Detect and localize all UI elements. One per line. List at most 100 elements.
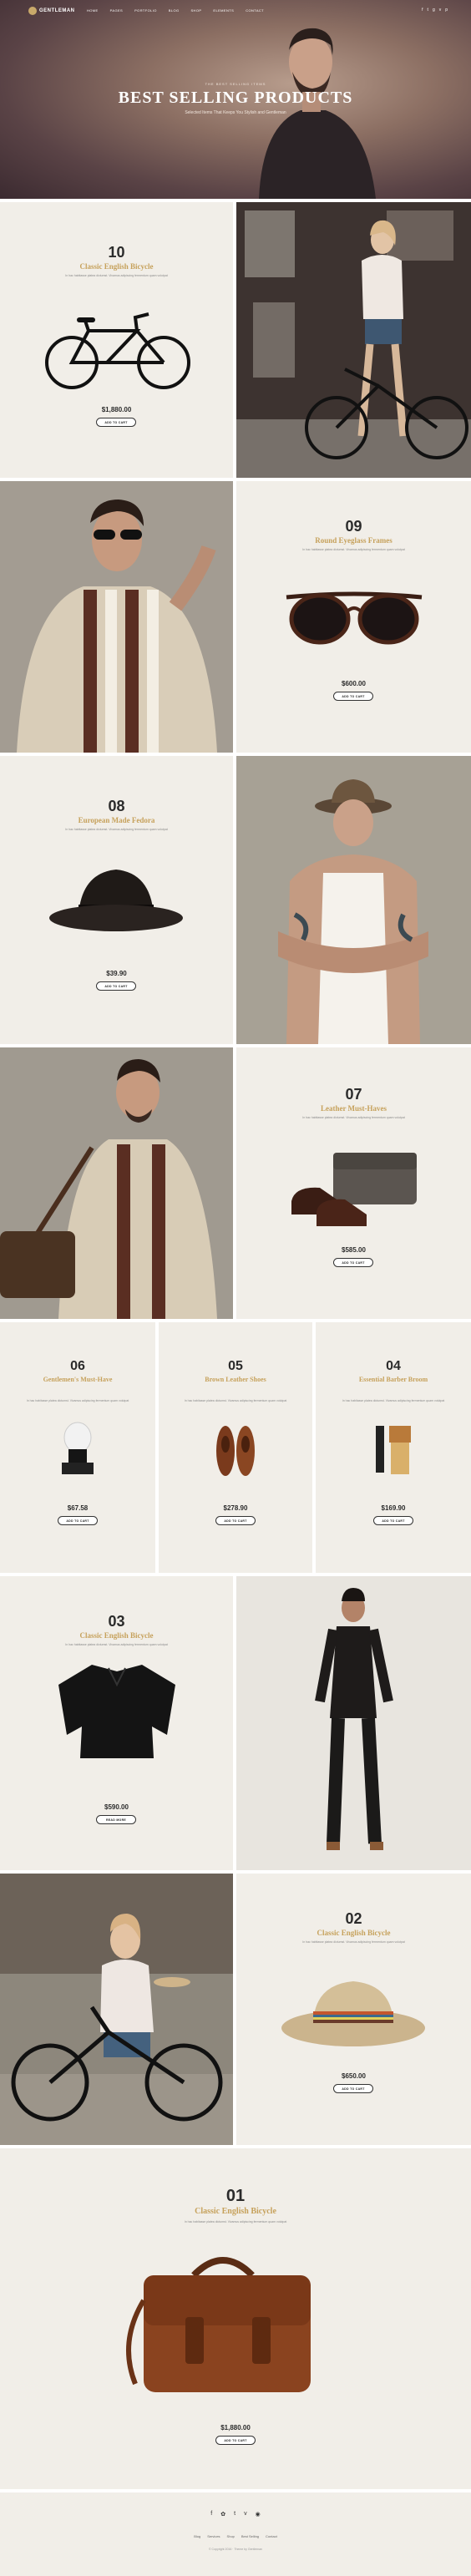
vimeo-icon[interactable]: v <box>439 8 442 13</box>
shaving-brush-image <box>62 1422 94 1474</box>
product-card-07: 07 Leather Must-Haves In hac habitasse p… <box>236 1047 471 1319</box>
product-number: 03 <box>108 1613 125 1630</box>
product-card-09: 09 Round Eyeglass Frames In hac habitass… <box>236 481 471 753</box>
product-name[interactable]: European Made Fedora <box>0 816 233 824</box>
product-number: 06 <box>70 1359 85 1373</box>
product-name[interactable]: Classic English Bicycle <box>0 1631 233 1640</box>
product-name[interactable]: Classic English Bicycle <box>236 1929 471 1937</box>
vimeo-icon[interactable]: v <box>244 2511 247 2518</box>
product-name[interactable]: Gentlemen's Must-Have <box>0 1376 155 1383</box>
product-price: $585.00 <box>342 1246 366 1254</box>
hero-title: BEST SELLING PRODUCTS <box>118 89 353 107</box>
product-price: $600.00 <box>342 680 366 687</box>
footer-link-shop[interactable]: Shop <box>227 2534 235 2538</box>
sunglasses-man-photo <box>0 481 233 753</box>
girl-bicycle-photo <box>0 1874 233 2145</box>
barber-broom-image <box>376 1426 411 1474</box>
footer-link-contact[interactable]: Contact <box>266 2534 277 2538</box>
logo-text: GENTLEMAN <box>39 8 75 13</box>
product-price: $39.90 <box>106 970 127 977</box>
header-social: f t g v p <box>422 8 448 13</box>
footer-link-blog[interactable]: Blog <box>194 2534 200 2538</box>
product-description: In hac habitasse platea dictumst. Vivamu… <box>302 1116 405 1119</box>
menu-item-blog[interactable]: BLOG <box>169 8 180 13</box>
add-to-cart-button[interactable]: ADD TO CART <box>215 1516 256 1525</box>
product-description: In hac habitasse platea dictumst. Vivamu… <box>65 274 168 277</box>
bicycle-image <box>45 312 190 389</box>
product-name[interactable]: Classic English Bicycle <box>0 2207 471 2216</box>
product-card-08: 08 European Made Fedora In hac habitasse… <box>0 756 233 1044</box>
standing-man-photo <box>236 1576 471 1870</box>
add-to-cart-button[interactable]: ADD TO CART <box>58 1516 98 1525</box>
hero-banner: GENTLEMAN HOME PAGES PORTFOLIO BLOG SHOP… <box>0 0 471 199</box>
product-number: 09 <box>345 518 362 535</box>
facebook-icon[interactable]: f <box>422 8 423 13</box>
product-description: In hac habitasse platea dictumst. Vivamu… <box>342 1399 445 1402</box>
product-description: In hac habitasse platea dictumst. Vivamu… <box>65 1643 168 1646</box>
product-name[interactable]: Essential Barber Broom <box>316 1376 471 1383</box>
product-number: 07 <box>345 1086 362 1103</box>
site-footer: f ✿ t v ◉ Blog Services Shop Best Sellin… <box>0 2492 471 2576</box>
add-to-cart-button[interactable]: ADD TO CART <box>333 2084 373 2093</box>
google-icon[interactable]: g <box>433 8 435 13</box>
black-shirt-image <box>58 1665 175 1758</box>
product-price: $278.90 <box>223 1504 248 1512</box>
footer-link-services[interactable]: Services <box>207 2534 220 2538</box>
product-number: 05 <box>228 1359 243 1373</box>
product-card-06: 06 Gentlemen's Must-Have In hac habitass… <box>0 1322 155 1573</box>
product-price: $169.90 <box>381 1504 406 1512</box>
product-price: $590.00 <box>104 1803 129 1811</box>
product-number: 10 <box>108 244 125 261</box>
product-card-03: 03 Classic English Bicycle In hac habita… <box>0 1576 233 1870</box>
site-logo[interactable]: GENTLEMAN <box>28 7 75 15</box>
footer-link-best-selling[interactable]: Best Selling <box>241 2534 259 2538</box>
instagram-icon[interactable]: ◉ <box>256 2511 261 2518</box>
menu-item-shop[interactable]: SHOP <box>190 8 201 13</box>
product-name[interactable]: Classic English Bicycle <box>0 262 233 271</box>
product-card-04: 04 Essential Barber Broom In hac habitas… <box>316 1322 471 1573</box>
product-description: In hac habitasse platea dictumst. Vivamu… <box>65 828 168 831</box>
product-number: 04 <box>386 1359 401 1373</box>
add-to-cart-button[interactable]: ADD TO CART <box>215 2436 256 2445</box>
read-more-button[interactable]: READ MORE <box>96 1815 136 1824</box>
leather-shoes-image <box>216 1426 255 1476</box>
facebook-icon[interactable]: f <box>210 2511 212 2518</box>
pinterest-icon[interactable]: p <box>445 8 448 13</box>
hero-model-photo <box>259 28 376 199</box>
menu-item-portfolio[interactable]: PORTFOLIO <box>134 8 157 13</box>
add-to-cart-button[interactable]: ADD TO CART <box>333 692 373 701</box>
copyright-text: © Copyright 2016 · Theme by Gentleman <box>209 2548 262 2551</box>
add-to-cart-button[interactable]: ADD TO CART <box>96 981 136 991</box>
product-number: 01 <box>225 2187 246 2205</box>
product-name[interactable]: Round Eyeglass Frames <box>236 536 471 545</box>
footer-social: f ✿ t v ◉ <box>0 2511 471 2518</box>
add-to-cart-button[interactable]: ADD TO CART <box>333 1258 373 1267</box>
menu-item-home[interactable]: HOME <box>87 8 99 13</box>
product-description: In hac habitasse platea dictumst. Vivamu… <box>302 548 405 551</box>
product-card-10: 10 Classic English Bicycle In hac habita… <box>0 202 233 478</box>
product-price: $1,880.00 <box>220 2424 251 2431</box>
add-to-cart-button[interactable]: ADD TO CART <box>373 1516 413 1525</box>
add-to-cart-button[interactable]: ADD TO CART <box>96 418 136 427</box>
bag-man-photo <box>0 1047 233 1319</box>
menu-item-elements[interactable]: ELEMENTS <box>213 8 234 13</box>
product-card-05: 05 Brown Leather Shoes In hac habitasse … <box>159 1322 312 1573</box>
product-name[interactable]: Brown Leather Shoes <box>159 1376 312 1383</box>
straw-hat-image <box>281 1981 425 2046</box>
hero-subtitle: Selected Items That Keeps You Stylish an… <box>185 110 286 115</box>
product-name[interactable]: Leather Must-Haves <box>236 1104 471 1113</box>
flower-icon[interactable]: ✿ <box>220 2511 225 2518</box>
logo-mark-icon <box>28 7 37 15</box>
leather-satchel-image <box>126 2257 311 2392</box>
menu-item-pages[interactable]: PAGES <box>110 8 124 13</box>
twitter-icon[interactable]: t <box>234 2511 236 2518</box>
product-card-01: 01 Classic English Bicycle In hac habita… <box>0 2148 471 2489</box>
hero-kicker: THE BEST SELLING ITEMS <box>205 82 266 86</box>
sunglasses-image <box>286 591 423 645</box>
menu-item-contact[interactable]: CONTACT <box>246 8 264 13</box>
product-price: $650.00 <box>342 2072 366 2080</box>
bicycle-girl-photo <box>236 202 471 478</box>
product-price: $67.58 <box>67 1504 89 1512</box>
product-description: In hac habitasse platea dictumst. Vivamu… <box>184 1399 287 1402</box>
product-price: $1,880.00 <box>101 406 132 413</box>
